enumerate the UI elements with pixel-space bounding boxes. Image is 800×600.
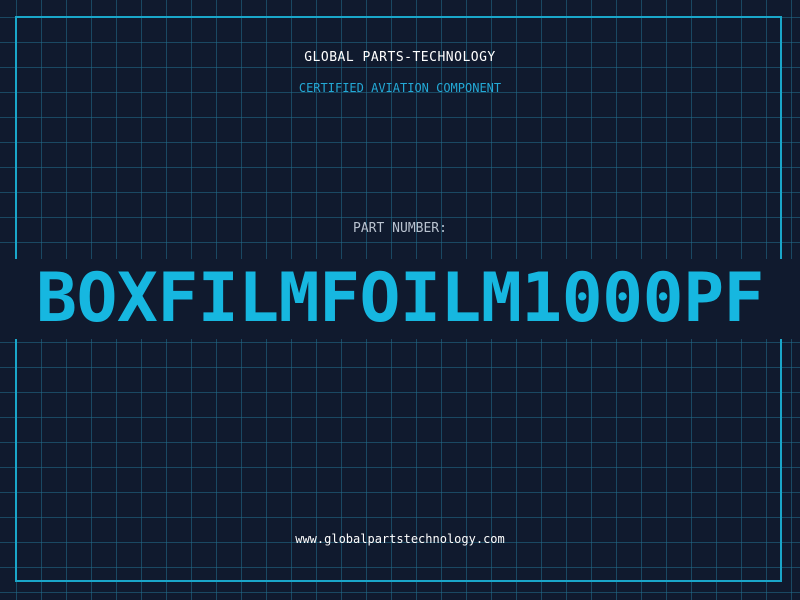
certification-tagline: CERTIFIED AVIATION COMPONENT xyxy=(298,81,502,95)
part-number-value: BOXFILMFOILM1000PF xyxy=(36,259,764,338)
part-number-label: PART NUMBER: xyxy=(353,221,447,236)
part-label-canvas: GLOBAL PARTS-TECHNOLOGY CERTIFIED AVIATI… xyxy=(0,0,800,600)
website-url: www.globalpartstechnology.com xyxy=(295,532,505,546)
brand-name: GLOBAL PARTS-TECHNOLOGY xyxy=(304,50,496,65)
